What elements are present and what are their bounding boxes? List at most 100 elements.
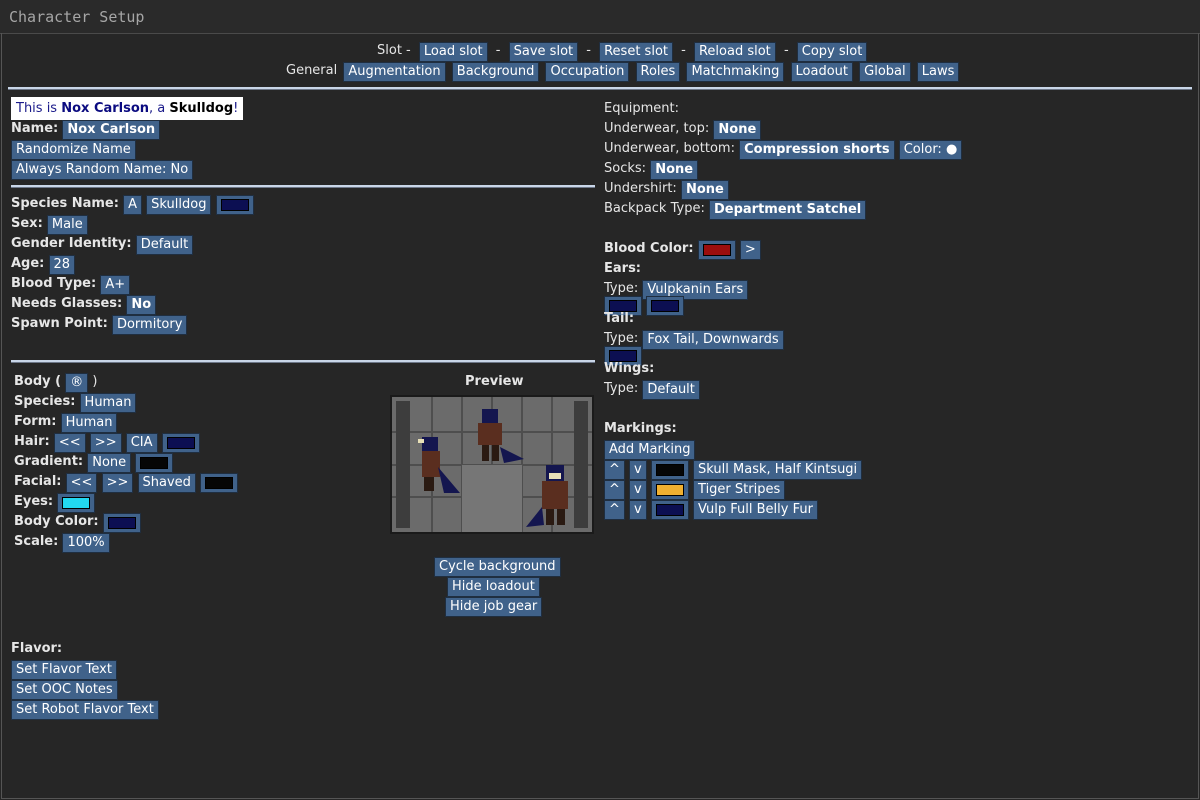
wings-type-button[interactable]: Default xyxy=(642,380,700,400)
tab-roles[interactable]: Roles xyxy=(635,62,681,82)
uw-top-label: Underwear, top: xyxy=(604,121,710,136)
gradient-color-button[interactable] xyxy=(135,453,174,473)
save-slot-button[interactable]: Save slot xyxy=(508,42,579,62)
scale-button[interactable]: 100% xyxy=(62,533,110,553)
eyes-label: Eyes: xyxy=(14,494,54,509)
marking-color-button[interactable] xyxy=(650,500,689,520)
gradient-button[interactable]: None xyxy=(87,453,132,473)
marking-name-button[interactable]: Vulp Full Belly Fur xyxy=(693,500,818,520)
marking-down-button[interactable]: v xyxy=(629,460,647,480)
species-name-color-button[interactable] xyxy=(215,195,254,215)
glasses-button[interactable]: No xyxy=(126,295,157,315)
marking-row: ^ v Tiger Stripes xyxy=(604,480,786,500)
name-row: Name: Nox Carlson xyxy=(11,120,161,140)
species-article-button[interactable]: A xyxy=(123,195,142,215)
body-species-button[interactable]: Human xyxy=(79,393,137,413)
form-button[interactable]: Human xyxy=(60,413,118,433)
window-title: Character Setup xyxy=(9,8,145,26)
color-swatch xyxy=(702,244,731,256)
hide-loadout-button[interactable]: Hide loadout xyxy=(447,577,540,597)
copy-slot-button[interactable]: Copy slot xyxy=(796,42,868,62)
always-random-name-button[interactable]: Always Random Name: No xyxy=(11,160,194,180)
undershirt-label: Undershirt: xyxy=(604,181,677,196)
facial-color-button[interactable] xyxy=(200,473,239,493)
tail-type-button[interactable]: Fox Tail, Downwards xyxy=(642,330,784,350)
uw-bottom-color-button[interactable]: Color: ● xyxy=(898,140,963,160)
marking-down-button[interactable]: v xyxy=(629,480,647,500)
name-label: Name: xyxy=(11,121,59,136)
ooc-row: Set OOC Notes xyxy=(11,680,118,700)
eyes-color-button[interactable] xyxy=(57,493,96,513)
tab-augmentation[interactable]: Augmentation xyxy=(343,62,446,82)
hair-color-button[interactable] xyxy=(161,433,200,453)
add-marking-row: Add Marking xyxy=(604,440,696,460)
name-button[interactable]: Nox Carlson xyxy=(62,120,161,140)
randomize-name-button[interactable]: Randomize Name xyxy=(11,140,136,160)
hide-job-gear-button[interactable]: Hide job gear xyxy=(445,597,543,617)
set-robot-flavor-button[interactable]: Set Robot Flavor Text xyxy=(11,700,159,720)
color-swatch xyxy=(62,497,91,509)
uw-top-row: Underwear, top: None xyxy=(604,120,762,140)
socks-button[interactable]: None xyxy=(650,160,699,180)
body-species-label: Species: xyxy=(14,394,76,409)
hair-prev-button[interactable]: << xyxy=(53,433,86,453)
flavor-row: Set Flavor Text xyxy=(11,660,117,680)
marking-color-button[interactable] xyxy=(650,460,689,480)
backpack-row: Backpack Type: Department Satchel xyxy=(604,200,867,220)
tab-background[interactable]: Background xyxy=(451,62,540,82)
load-slot-button[interactable]: Load slot xyxy=(418,42,488,62)
body-close-paren: ) xyxy=(92,374,98,389)
undershirt-button[interactable]: None xyxy=(680,180,729,200)
marking-name-button[interactable]: Tiger Stripes xyxy=(693,480,786,500)
marking-up-button[interactable]: ^ xyxy=(604,500,625,520)
window-frame xyxy=(1,33,1199,799)
body-random-icon[interactable]: ® xyxy=(65,373,89,393)
reload-slot-button[interactable]: Reload slot xyxy=(693,42,776,62)
spawn-row: Spawn Point: Dormitory xyxy=(11,315,188,335)
tab-matchmaking[interactable]: Matchmaking xyxy=(686,62,785,82)
tab-occupation[interactable]: Occupation xyxy=(545,62,630,82)
cycle-row: Cycle background xyxy=(434,557,561,577)
set-flavor-text-button[interactable]: Set Flavor Text xyxy=(11,660,117,680)
ears-color-2-button[interactable] xyxy=(646,296,685,316)
species-name-button[interactable]: Skulldog xyxy=(146,195,212,215)
tab-loadout[interactable]: Loadout xyxy=(790,62,854,82)
sex-button[interactable]: Male xyxy=(46,215,88,235)
sex-label: Sex: xyxy=(11,216,43,231)
separator: - xyxy=(586,43,591,58)
blood-color-label: Blood Color: xyxy=(604,241,694,256)
facial-prev-button[interactable]: << xyxy=(65,473,98,493)
facial-next-button[interactable]: >> xyxy=(101,473,134,493)
tab-bar: General Augmentation Background Occupati… xyxy=(286,62,960,82)
age-button[interactable]: 28 xyxy=(48,255,76,275)
cycle-background-button[interactable]: Cycle background xyxy=(434,557,561,577)
equipment-label: Equipment: xyxy=(604,101,679,116)
hair-style-button[interactable]: CIA xyxy=(125,433,158,453)
set-ooc-notes-button[interactable]: Set OOC Notes xyxy=(11,680,118,700)
hair-next-button[interactable]: >> xyxy=(89,433,122,453)
marking-up-button[interactable]: ^ xyxy=(604,460,625,480)
tab-global[interactable]: Global xyxy=(859,62,911,82)
blood-next-button[interactable]: > xyxy=(739,240,761,260)
body-color-row: Body Color: xyxy=(14,513,141,533)
tab-general[interactable]: General xyxy=(286,63,337,78)
spawn-button[interactable]: Dormitory xyxy=(111,315,188,335)
glasses-label: Needs Glasses: xyxy=(11,296,123,311)
reset-slot-button[interactable]: Reset slot xyxy=(599,42,673,62)
tab-laws[interactable]: Laws xyxy=(916,62,960,82)
marking-color-button[interactable] xyxy=(650,480,689,500)
species-name-label: Species Name: xyxy=(11,196,119,211)
blood-type-button[interactable]: A+ xyxy=(100,275,131,295)
marking-down-button[interactable]: v xyxy=(629,500,647,520)
always-random-row: Always Random Name: No xyxy=(11,160,194,180)
uw-top-button[interactable]: None xyxy=(713,120,762,140)
body-color-button[interactable] xyxy=(102,513,141,533)
uw-bottom-button[interactable]: Compression shorts xyxy=(739,140,895,160)
marking-name-button[interactable]: Skull Mask, Half Kintsugi xyxy=(693,460,863,480)
add-marking-button[interactable]: Add Marking xyxy=(604,440,696,460)
blood-color-button[interactable] xyxy=(697,240,736,260)
gender-button[interactable]: Default xyxy=(135,235,194,255)
facial-style-button[interactable]: Shaved xyxy=(137,473,196,493)
marking-up-button[interactable]: ^ xyxy=(604,480,625,500)
backpack-button[interactable]: Department Satchel xyxy=(708,200,867,220)
